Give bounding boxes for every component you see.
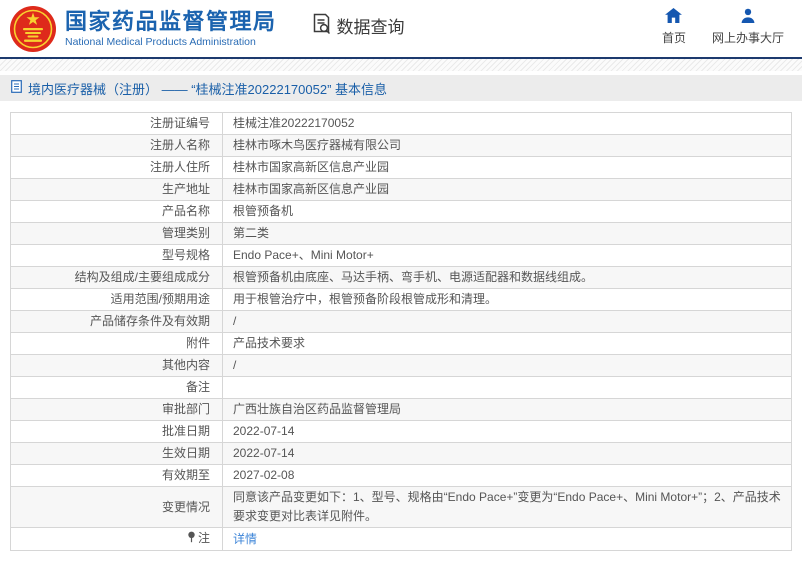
row-value: / — [222, 354, 792, 377]
row-label: 注 — [10, 527, 223, 551]
nav-home[interactable]: 首页 — [661, 7, 686, 46]
detail-link[interactable]: 详情 — [233, 532, 257, 546]
breadcrumb-text: 境内医疗器械（注册） —— “桂械注准20222170052” 基本信息 — [28, 81, 388, 97]
row-label: 审批部门 — [10, 398, 223, 421]
row-label: 其他内容 — [10, 354, 223, 377]
row-value: 第二类 — [222, 222, 792, 245]
org-name-en: National Medical Products Administration — [65, 35, 256, 48]
row-label: 备注 — [10, 376, 223, 399]
row-value — [222, 376, 792, 399]
table-row: 产品储存条件及有效期 / — [10, 310, 792, 333]
nav-online-hall[interactable]: 网上办事大厅 — [712, 8, 784, 46]
table-row: 注册人住所 桂林市国家高新区信息产业园 — [10, 156, 792, 179]
table-row: 审批部门 广西壮族自治区药品监督管理局 — [10, 398, 792, 421]
table-row: 生产地址 桂林市国家高新区信息产业园 — [10, 178, 792, 201]
person-icon — [740, 8, 756, 26]
table-row: 结构及组成/主要组成成分 根管预备机由底座、马达手柄、弯手机、电源适配器和数据线组… — [10, 266, 792, 289]
row-label: 批准日期 — [10, 420, 223, 443]
document-search-icon — [311, 12, 332, 40]
table-row: 型号规格 Endo Pace+、Mini Motor+ — [10, 244, 792, 267]
table-row: 其他内容 / — [10, 354, 792, 377]
nav-home-label: 首页 — [661, 30, 686, 45]
row-label: 适用范围/预期用途 — [10, 288, 223, 311]
table-row: 注册证编号 桂械注准20222170052 — [10, 112, 792, 135]
row-label: 有效期至 — [10, 464, 223, 487]
row-value: 2022-07-14 — [222, 442, 792, 465]
row-label: 注册人住所 — [10, 156, 223, 179]
table-row: 变更情况 同意该产品变更如下：1、型号、规格由“Endo Pace+”变更为“En… — [10, 486, 792, 528]
row-label: 附件 — [10, 332, 223, 355]
row-label: 注册人名称 — [10, 134, 223, 157]
info-table-body: 注册证编号 桂械注准20222170052 注册人名称 桂林市啄木鸟医疗器械有限公司注… — [10, 112, 792, 551]
row-value: 2022-07-14 — [222, 420, 792, 443]
row-label: 生产地址 — [10, 178, 223, 201]
table-row: 生效日期 2022-07-14 — [10, 442, 792, 465]
row-value: 详情 — [222, 527, 792, 551]
nav-online-hall-label: 网上办事大厅 — [711, 30, 784, 45]
breadcrumb: 境内医疗器械（注册） —— “桂械注准20222170052” 基本信息 — [0, 75, 802, 101]
row-value: 根管预备机 — [222, 200, 792, 223]
site-header: 国家药品监督管理局 National Medical Products Admi… — [0, 0, 802, 57]
decorative-stripe-band — [0, 59, 802, 71]
header-nav: 首页 网上办事大厅 — [661, 7, 784, 46]
data-query-section: 数据查询 — [311, 12, 405, 40]
table-row: 附件 产品技术要求 — [10, 332, 792, 355]
page-icon — [11, 80, 22, 96]
table-row: 管理类别 第二类 — [10, 222, 792, 245]
table-row: 注详情 — [10, 527, 792, 551]
row-value: 同意该产品变更如下：1、型号、规格由“Endo Pace+”变更为“Endo P… — [222, 486, 792, 528]
row-label: 产品名称 — [10, 200, 223, 223]
row-label: 型号规格 — [10, 244, 223, 267]
row-label: 变更情况 — [10, 486, 223, 528]
row-value: 桂林市国家高新区信息产业园 — [222, 178, 792, 201]
table-row: 产品名称 根管预备机 — [10, 200, 792, 223]
table-row: 注册人名称 桂林市啄木鸟医疗器械有限公司 — [10, 134, 792, 157]
row-value: 根管预备机由底座、马达手柄、弯手机、电源适配器和数据线组成。 — [222, 266, 792, 289]
row-value: 产品技术要求 — [222, 332, 792, 355]
table-row: 有效期至 2027-02-08 — [10, 464, 792, 487]
row-label: 注册证编号 — [10, 112, 223, 135]
row-value: 广西壮族自治区药品监督管理局 — [222, 398, 792, 421]
table-row: 备注 — [10, 376, 792, 399]
row-value: / — [222, 310, 792, 333]
pin-icon — [187, 530, 196, 549]
national-emblem-logo — [10, 5, 56, 52]
row-value: 用于根管治疗中，根管预备阶段根管成形和清理。 — [222, 288, 792, 311]
row-value: Endo Pace+、Mini Motor+ — [222, 244, 792, 267]
row-label: 结构及组成/主要组成成分 — [10, 266, 223, 289]
row-value: 桂林市啄木鸟医疗器械有限公司 — [222, 134, 792, 157]
org-name-cn: 国家药品监督管理局 — [65, 8, 277, 34]
row-label: 生效日期 — [10, 442, 223, 465]
data-query-label: 数据查询 — [336, 18, 405, 37]
table-row: 适用范围/预期用途 用于根管治疗中，根管预备阶段根管成形和清理。 — [10, 288, 792, 311]
row-value: 桂械注准20222170052 — [222, 112, 792, 135]
row-label: 产品储存条件及有效期 — [10, 310, 223, 333]
table-row: 批准日期 2022-07-14 — [10, 420, 792, 443]
home-icon — [665, 7, 683, 26]
registration-info-table: 注册证编号 桂械注准20222170052 注册人名称 桂林市啄木鸟医疗器械有限公司注… — [10, 112, 792, 551]
row-value: 桂林市国家高新区信息产业园 — [222, 156, 792, 179]
org-title-block: 国家药品监督管理局 National Medical Products Admi… — [65, 8, 277, 48]
row-value: 2027-02-08 — [222, 464, 792, 487]
row-label: 管理类别 — [10, 222, 223, 245]
